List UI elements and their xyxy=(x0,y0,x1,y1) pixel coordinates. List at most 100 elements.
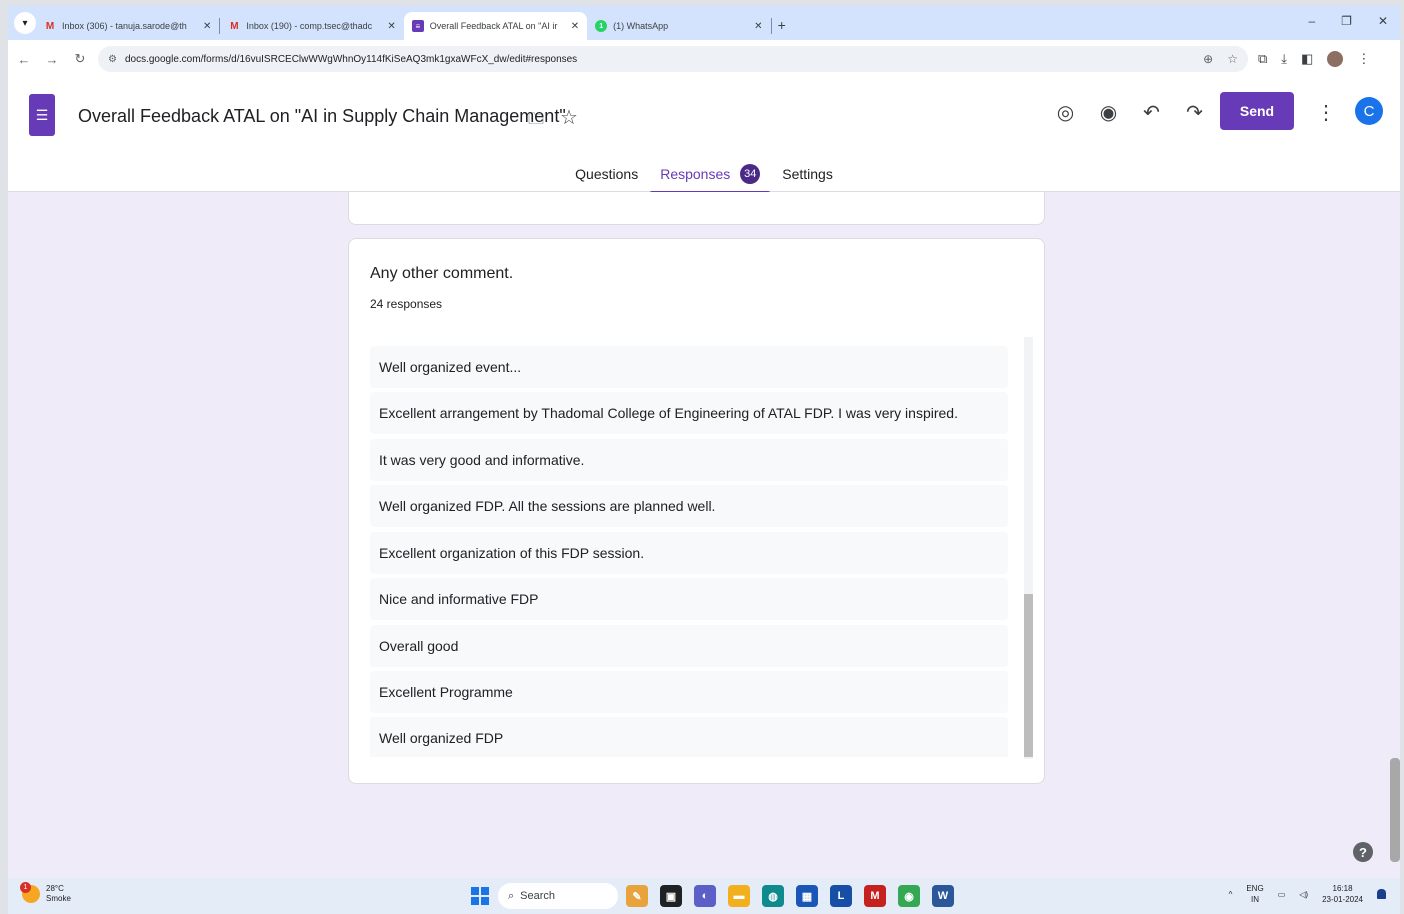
browser-menu-icon[interactable]: ⋮ xyxy=(1357,51,1370,67)
gmail-icon: M xyxy=(230,20,239,32)
weather-temp: 28°C xyxy=(46,884,64,893)
back-icon[interactable]: ← xyxy=(12,52,36,67)
folder-icon[interactable]: ▬ xyxy=(728,885,750,907)
form-title[interactable]: Overall Feedback ATAL on "AI in Supply C… xyxy=(78,106,566,127)
network-icon[interactable]: ▭ xyxy=(1278,890,1286,899)
taskbar-apps: ✎ ▣ ◐ ▬ ◍ ▦ L M ◉ W xyxy=(626,885,954,907)
browser-tab-title: Inbox (190) - comp.tsec@thadc xyxy=(246,21,373,31)
previous-question-card xyxy=(348,192,1045,225)
redo-icon[interactable]: ↷ xyxy=(1173,100,1216,125)
word-icon[interactable]: W xyxy=(932,885,954,907)
close-icon[interactable]: ✕ xyxy=(754,21,762,32)
task-view-icon[interactable]: ▣ xyxy=(660,885,682,907)
side-panel-icon[interactable]: ◧ xyxy=(1301,51,1313,67)
response-count: 24 responses xyxy=(370,297,443,311)
mcafee-icon[interactable]: M xyxy=(864,885,886,907)
browser-tab-active[interactable]: ≡ Overall Feedback ATAL on "AI ir ✕ xyxy=(403,12,588,40)
url-text: docs.google.com/forms/d/16vuISRCEClwWWgW… xyxy=(124,53,578,65)
windows-taskbar: 1 28°C Smoke ⌕ Search ✎ ▣ ◐ ▬ ◍ ▦ L M ◉ … xyxy=(8,878,1400,914)
avatar[interactable]: C xyxy=(1355,97,1383,125)
send-button[interactable]: Send xyxy=(1220,92,1294,130)
clock[interactable]: 16:18 23-01-2024 xyxy=(1322,883,1363,905)
chrome-icon[interactable]: ◉ xyxy=(898,885,920,907)
browser-tab[interactable]: M Inbox (306) - tanuja.sarode@th ✕ xyxy=(36,12,219,40)
lang-bottom: IN xyxy=(1251,895,1260,904)
browser-tab-title: Overall Feedback ATAL on "AI ir xyxy=(429,21,558,31)
form-tabs: Questions Responses 34 Settings xyxy=(8,160,1400,194)
edge-icon[interactable]: ◍ xyxy=(762,885,784,907)
chat-icon[interactable]: ◐ xyxy=(694,885,716,907)
close-icon[interactable]: ✕ xyxy=(203,21,211,32)
zoom-icon[interactable]: ⊕ xyxy=(1203,52,1213,66)
tab-label: Settings xyxy=(782,166,833,182)
list-item: Well organized event... xyxy=(370,346,1008,388)
browser-tab-strip: ▾ M Inbox (306) - tanuja.sarode@th ✕ M I… xyxy=(8,6,1400,40)
list-item: Excellent arrangement by Thadomal Colleg… xyxy=(370,392,1008,434)
tab-responses[interactable]: Responses 34 xyxy=(649,160,772,194)
extensions-icon[interactable]: ⧉ xyxy=(1258,51,1267,67)
more-options-icon[interactable]: ⋮ xyxy=(1316,100,1336,125)
whatsapp-icon: 1 xyxy=(595,20,608,32)
weather-badge: 1 xyxy=(20,882,31,893)
browser-tab[interactable]: M Inbox (190) - comp.tsec@thadc ✕ xyxy=(220,12,403,40)
site-settings-icon[interactable]: ⚙ xyxy=(108,54,117,65)
taskbar-search[interactable]: ⌕ Search xyxy=(498,883,618,909)
app-l-icon[interactable]: L xyxy=(830,885,852,907)
browser-tab-title: Inbox (306) - tanuja.sarode@th xyxy=(62,21,187,31)
folder-icon[interactable]: 🗀 xyxy=(528,108,544,135)
star-icon[interactable]: ☆ xyxy=(560,105,578,130)
forms-header: ☰ Overall Feedback ATAL on "AI in Supply… xyxy=(8,78,1400,194)
palette-icon[interactable]: ◎ xyxy=(1044,100,1087,125)
lang-top: ENG xyxy=(1246,884,1264,893)
question-summary-card: Any other comment. 24 responses Well org… xyxy=(348,238,1045,784)
window-controls: – ❐ ✕ xyxy=(1308,14,1388,28)
close-icon[interactable]: ✕ xyxy=(571,21,579,32)
browser-tab-title: (1) WhatsApp xyxy=(613,21,669,31)
list-item: Well organized FDP xyxy=(370,717,1008,757)
list-item: Excellent Programme xyxy=(370,671,1008,713)
question-title: Any other comment. xyxy=(370,265,514,282)
reload-icon[interactable]: ↻ xyxy=(68,51,92,67)
tab-search-chevron-icon[interactable]: ▾ xyxy=(14,12,36,34)
response-list-scroll-thumb[interactable] xyxy=(1024,594,1033,757)
bookmark-star-icon[interactable]: ☆ xyxy=(1227,52,1238,66)
forms-logo-icon[interactable]: ☰ xyxy=(29,94,55,136)
undo-icon[interactable]: ↶ xyxy=(1130,100,1173,125)
chevron-up-icon[interactable]: ^ xyxy=(1229,890,1233,899)
forms-icon: ≡ xyxy=(411,20,424,32)
file-manager-icon[interactable]: ✎ xyxy=(626,885,648,907)
tab-questions[interactable]: Questions xyxy=(564,160,649,194)
tab-divider xyxy=(770,18,772,34)
response-list[interactable]: Well organized event... Excellent arrang… xyxy=(370,337,1010,757)
responses-content: Any other comment. 24 responses Well org… xyxy=(8,192,1400,878)
store-icon[interactable]: ▦ xyxy=(796,885,818,907)
forward-icon[interactable]: → xyxy=(40,52,64,67)
close-icon[interactable]: ✕ xyxy=(387,21,395,32)
weather-sun-icon: 1 xyxy=(20,882,40,903)
tab-label: Responses xyxy=(660,166,731,182)
windows-start-icon[interactable] xyxy=(471,887,489,905)
profile-avatar[interactable] xyxy=(1327,51,1344,67)
clock-date: 23-01-2024 xyxy=(1322,895,1363,904)
language-indicator[interactable]: ENG IN xyxy=(1246,883,1263,905)
list-item: Overall good xyxy=(370,625,1008,667)
page-scrollbar-thumb[interactable] xyxy=(1390,758,1400,862)
browser-tab[interactable]: 1 (1) WhatsApp ✕ xyxy=(587,12,770,40)
tab-settings[interactable]: Settings xyxy=(771,160,844,194)
minimize-icon[interactable]: – xyxy=(1308,14,1315,28)
list-item: It was very good and informative. xyxy=(370,439,1008,481)
url-input[interactable]: ⚙ docs.google.com/forms/d/16vuISRCEClwWW… xyxy=(98,46,1248,72)
clock-time: 16:18 xyxy=(1332,884,1353,893)
response-list-scrollbar[interactable] xyxy=(1024,337,1033,759)
help-icon[interactable]: ? xyxy=(1353,842,1373,862)
notification-bell-icon[interactable] xyxy=(1377,889,1386,899)
list-item: Well organized FDP. All the sessions are… xyxy=(370,485,1008,527)
volume-icon[interactable]: ◁) xyxy=(1299,890,1308,899)
download-icon[interactable]: ⤓ xyxy=(1281,51,1287,67)
preview-eye-icon[interactable]: ◉ xyxy=(1087,100,1130,125)
restore-icon[interactable]: ❐ xyxy=(1341,14,1352,28)
window-close-icon[interactable]: ✕ xyxy=(1378,14,1388,28)
weather-widget[interactable]: 1 28°C Smoke xyxy=(20,882,71,904)
responses-count-badge: 34 xyxy=(740,164,761,184)
new-tab-icon[interactable]: + xyxy=(778,17,786,33)
